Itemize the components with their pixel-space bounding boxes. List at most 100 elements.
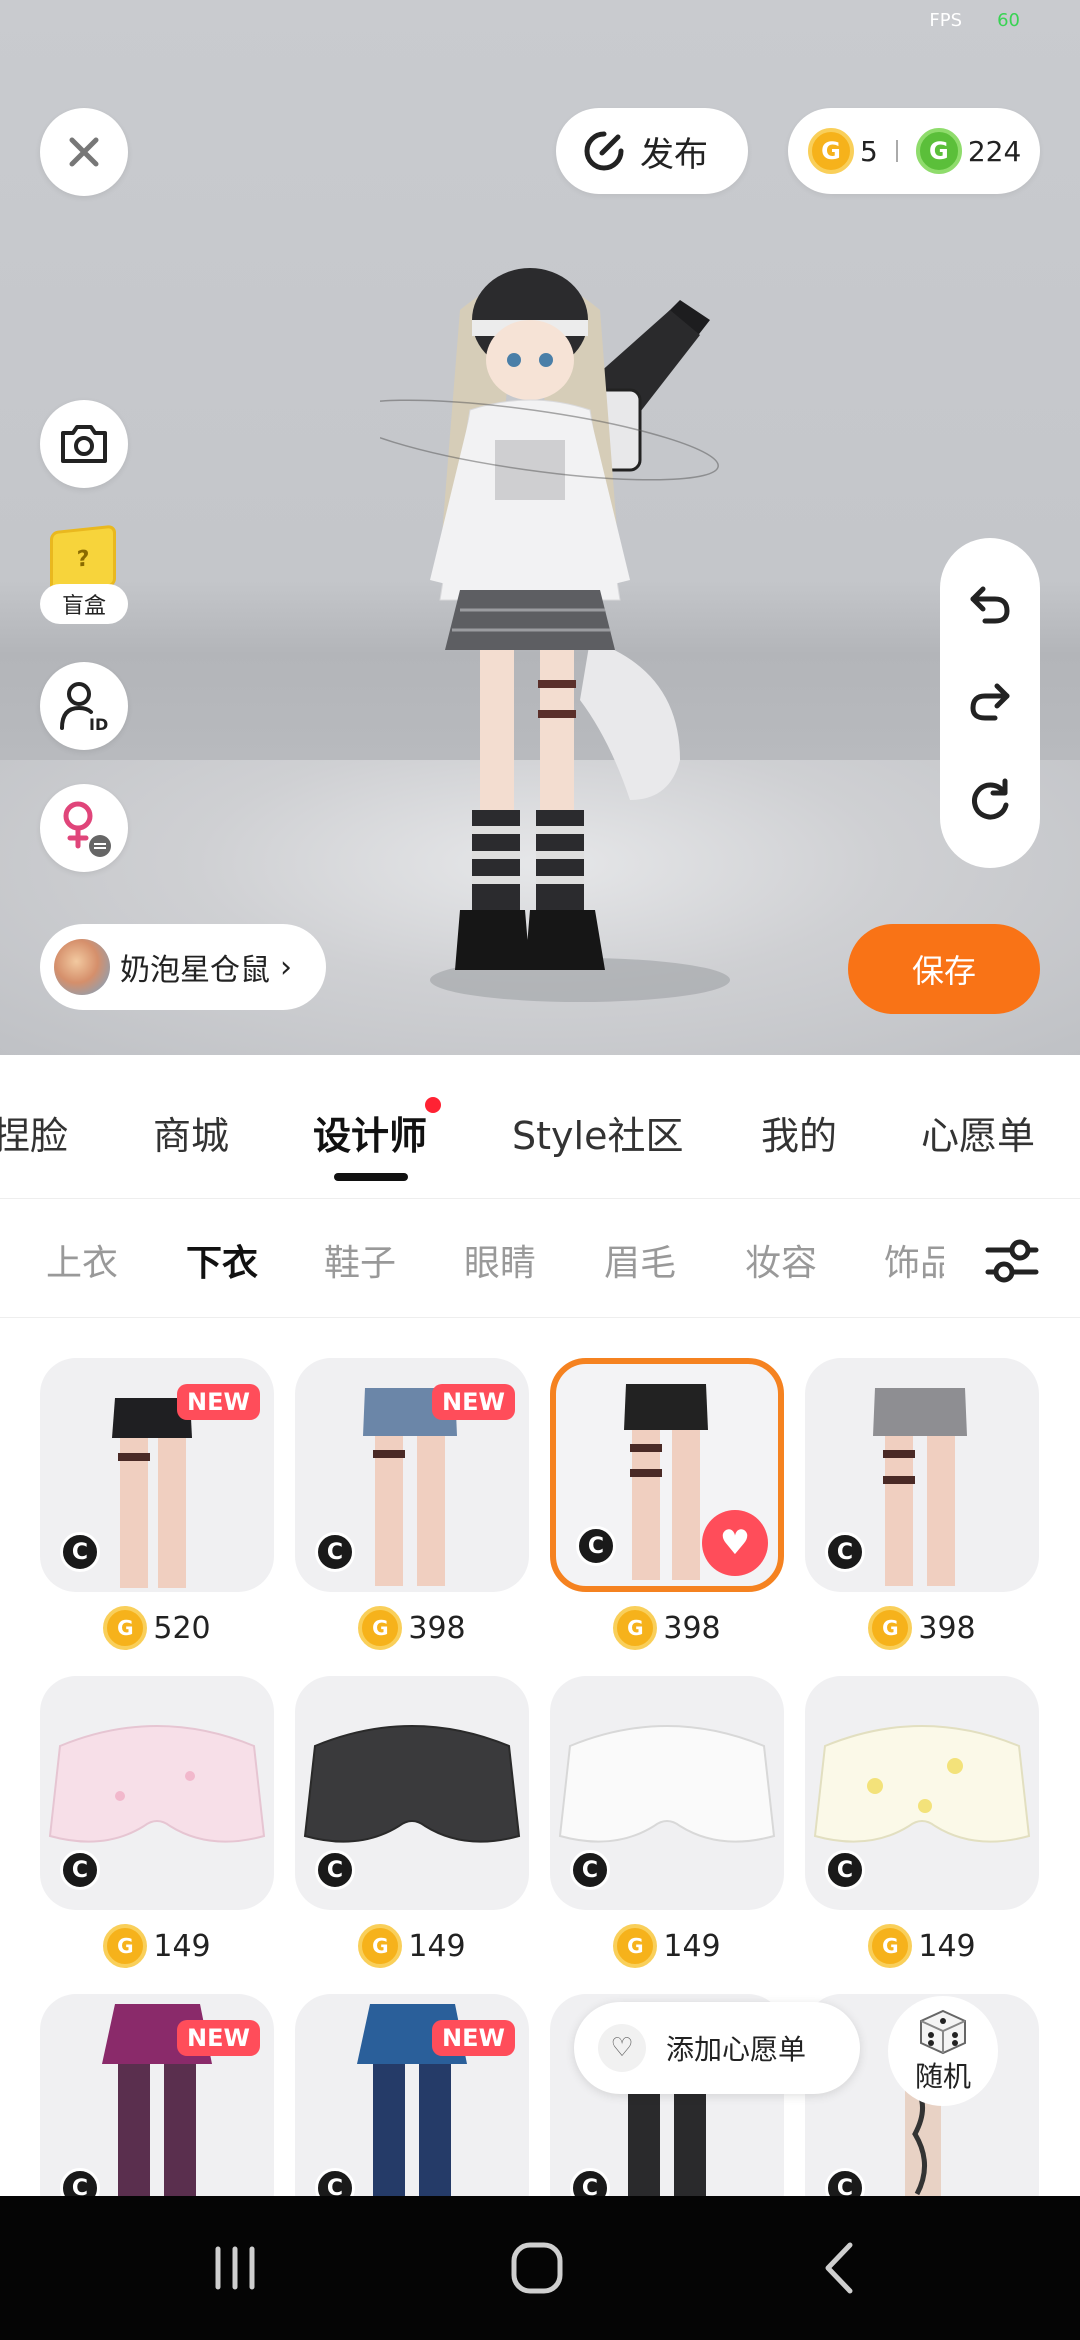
blindbox-label: 盲盒 xyxy=(40,584,128,624)
add-to-wishlist-button[interactable]: ♡ 添加心愿单 xyxy=(574,2002,860,2094)
item-card-selected[interactable]: C ♥ xyxy=(550,1358,784,1592)
new-badge: NEW xyxy=(177,1384,260,1420)
female-switch-icon xyxy=(63,801,111,857)
item-card[interactable]: C xyxy=(295,1676,529,1910)
dice-icon xyxy=(920,2009,966,2055)
gender-switch-button[interactable] xyxy=(40,784,128,872)
currency-balance[interactable]: G 5 G 224 xyxy=(788,108,1040,194)
publish-icon xyxy=(584,131,624,171)
gold-coin-icon: G xyxy=(103,1606,148,1650)
home-button[interactable] xyxy=(492,2230,582,2306)
save-button[interactable]: 保存 xyxy=(848,924,1040,1014)
subtab-shoes[interactable]: 鞋子 xyxy=(324,1234,396,1286)
creator-badge-icon: C xyxy=(60,1532,100,1572)
active-tab-indicator xyxy=(334,1173,408,1181)
recent-apps-button[interactable] xyxy=(190,2230,280,2306)
close-button[interactable] xyxy=(40,108,128,196)
currency-divider xyxy=(895,140,898,162)
notification-dot xyxy=(425,1097,442,1113)
add-to-wishlist-label: 添加心愿单 xyxy=(666,2033,807,2066)
category-tab-bar: 上衣 下衣 鞋子 眼睛 眉毛 妆容 饰品 xyxy=(0,1200,1080,1318)
user-id-icon: ID xyxy=(60,682,108,732)
camera-button[interactable] xyxy=(40,400,128,488)
creator-badge-icon: C xyxy=(825,1850,865,1890)
subtab-bottoms[interactable]: 下衣 xyxy=(186,1234,258,1286)
item-price: G 520 xyxy=(40,1602,274,1654)
gold-coin-icon: G xyxy=(613,1924,658,1968)
random-button[interactable]: 随机 xyxy=(888,1996,998,2106)
creator-badge-icon: C xyxy=(570,1850,610,1890)
tab-designer[interactable]: 设计师 xyxy=(313,1097,442,1160)
item-card[interactable]: C xyxy=(550,1676,784,1910)
heart-icon[interactable]: ♥ xyxy=(702,1510,768,1576)
home-icon xyxy=(511,2242,563,2294)
subtab-eyes[interactable]: 眼睛 xyxy=(464,1234,536,1286)
item-card[interactable]: NEW C xyxy=(295,1994,529,2198)
blindbox-button[interactable]: ? 盲盒 xyxy=(40,524,128,624)
undo-icon[interactable] xyxy=(967,583,1013,627)
svg-text:ID: ID xyxy=(89,715,108,732)
item-price: G 149 xyxy=(40,1920,274,1972)
subtab-tops[interactable]: 上衣 xyxy=(46,1234,118,1286)
filter-icon[interactable] xyxy=(984,1236,1040,1286)
subtab-eyebrows[interactable]: 眉毛 xyxy=(604,1234,676,1286)
fps-label: FPS xyxy=(929,10,962,31)
item-card[interactable]: C xyxy=(40,1676,274,1910)
item-price-value: 149 xyxy=(918,1928,976,1964)
creator-badge-icon: C xyxy=(825,1532,865,1572)
creator-badge-icon: C xyxy=(315,1532,355,1572)
subtab-accessories[interactable]: 饰品 xyxy=(884,1234,944,1286)
history-panel xyxy=(940,538,1040,868)
gold-balance: 5 xyxy=(860,134,878,168)
gold-coin-icon: G xyxy=(868,1924,913,1968)
heart-outline-icon: ♡ xyxy=(598,2024,646,2072)
tab-style-community[interactable]: Style社区 xyxy=(512,1105,683,1160)
item-card[interactable]: NEW C xyxy=(40,1994,274,2198)
creator-profile-link[interactable]: 奶泡星仓鼠 › xyxy=(40,924,326,1010)
fps-value: 60 xyxy=(997,10,1020,31)
close-icon xyxy=(69,137,99,167)
item-price: G 149 xyxy=(295,1920,529,1972)
item-price-value: 149 xyxy=(663,1928,721,1964)
item-price-value: 398 xyxy=(408,1610,466,1646)
reset-icon[interactable] xyxy=(967,777,1013,823)
tab-face[interactable]: 捏脸 xyxy=(0,1105,68,1160)
item-card[interactable]: C xyxy=(805,1358,1039,1592)
tab-wishlist[interactable]: 心愿单 xyxy=(921,1105,1035,1160)
user-id-button[interactable]: ID xyxy=(40,662,128,750)
new-badge: NEW xyxy=(432,2020,515,2056)
item-card[interactable]: C xyxy=(805,1676,1039,1910)
item-price-value: 149 xyxy=(153,1928,211,1964)
redo-icon[interactable] xyxy=(967,680,1013,724)
item-card[interactable]: NEW C xyxy=(295,1358,529,1592)
back-icon xyxy=(825,2242,853,2294)
item-price: G 149 xyxy=(805,1920,1039,1972)
chevron-right-icon: › xyxy=(280,949,292,985)
camera-icon xyxy=(61,425,107,463)
avatar-stage[interactable]: FPS 60 发布 G 5 G 224 ? 盲盒 ID 奶泡星仓鼠 › 保存 xyxy=(0,0,1080,1055)
tab-mine[interactable]: 我的 xyxy=(761,1105,837,1160)
item-price: G 398 xyxy=(805,1602,1039,1654)
gold-coin-icon: G xyxy=(613,1606,658,1650)
creator-name: 奶泡星仓鼠 xyxy=(120,953,270,988)
new-badge: NEW xyxy=(177,2020,260,2056)
gold-coin-icon: G xyxy=(358,1924,403,1968)
publish-label: 发布 xyxy=(640,134,708,175)
avatar-character[interactable] xyxy=(380,240,740,1010)
item-price-value: 398 xyxy=(663,1610,721,1646)
back-button[interactable] xyxy=(796,2230,886,2306)
creator-badge-icon: C xyxy=(315,1850,355,1890)
new-badge: NEW xyxy=(432,1384,515,1420)
gold-coin-icon: G xyxy=(358,1606,403,1650)
tab-designer-label: 设计师 xyxy=(313,1114,428,1158)
recent-apps-icon xyxy=(215,2246,255,2290)
random-label: 随机 xyxy=(914,2060,971,2093)
creator-avatar xyxy=(54,939,110,995)
subtab-makeup[interactable]: 妆容 xyxy=(745,1234,817,1286)
item-card[interactable]: NEW C xyxy=(40,1358,274,1592)
creator-badge-icon: C xyxy=(60,1850,100,1890)
tab-shop[interactable]: 商城 xyxy=(153,1105,229,1160)
publish-button[interactable]: 发布 xyxy=(556,108,748,194)
item-price: G 149 xyxy=(550,1920,784,1972)
item-price-value: 398 xyxy=(918,1610,976,1646)
